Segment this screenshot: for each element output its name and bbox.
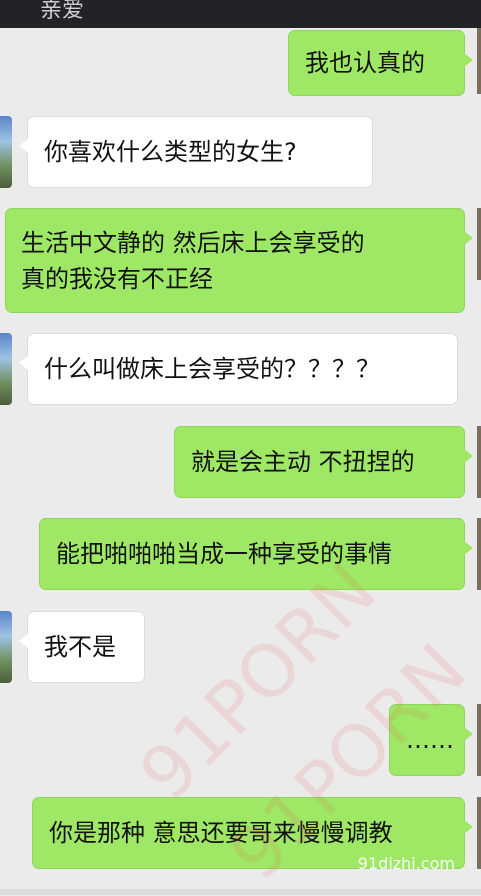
sent-message[interactable]: 就是会主动 不扭捏的	[174, 426, 473, 498]
sent-message[interactable]: 生活中文静的 然后床上会享受的 真的我没有不正经	[5, 208, 473, 313]
chat-area[interactable]: 我也认真的 你喜欢什么类型的女生? 生活中文静的 然后床上会享受的 真的我没有不…	[0, 28, 481, 895]
chat-title: 亲爱	[40, 0, 85, 23]
message-text: 我不是	[44, 633, 116, 661]
my-avatar[interactable]	[477, 704, 481, 776]
sent-message[interactable]: 我也认真的	[288, 30, 473, 96]
message-text-line-1: 生活中文静的 然后床上会享受的	[21, 229, 365, 257]
my-avatar[interactable]	[477, 518, 481, 590]
input-bar-edge	[0, 889, 481, 895]
message-text: 我也认真的	[305, 49, 425, 77]
received-message[interactable]: 我不是	[19, 611, 145, 683]
message-text: 能把啪啪啪当成一种享受的事情	[56, 540, 392, 568]
my-avatar[interactable]	[477, 208, 481, 280]
message-text: 你是那种 意思还要哥来慢慢调教	[49, 819, 393, 847]
sent-message[interactable]: ……	[389, 704, 473, 776]
received-message[interactable]: 什么叫做床上会享受的？？？？	[19, 333, 458, 405]
sent-message[interactable]: 能把啪啪啪当成一种享受的事情	[39, 518, 473, 590]
contact-avatar[interactable]	[0, 116, 12, 188]
message-text: 你喜欢什么类型的女生?	[44, 138, 297, 166]
my-avatar[interactable]	[477, 426, 481, 498]
site-watermark: 91dizhi.com	[357, 854, 455, 873]
message-text-line-2: 真的我没有不正经	[21, 265, 213, 293]
received-message[interactable]: 你喜欢什么类型的女生?	[19, 116, 373, 188]
chat-header: 亲爱	[0, 0, 481, 28]
message-text: 就是会主动 不扭捏的	[191, 448, 415, 476]
contact-avatar[interactable]	[0, 611, 12, 683]
my-avatar[interactable]	[477, 797, 481, 869]
my-avatar[interactable]	[477, 28, 481, 94]
contact-avatar[interactable]	[0, 333, 12, 405]
message-text: 什么叫做床上会享受的？？？？	[44, 355, 380, 383]
message-text: ……	[406, 726, 454, 754]
